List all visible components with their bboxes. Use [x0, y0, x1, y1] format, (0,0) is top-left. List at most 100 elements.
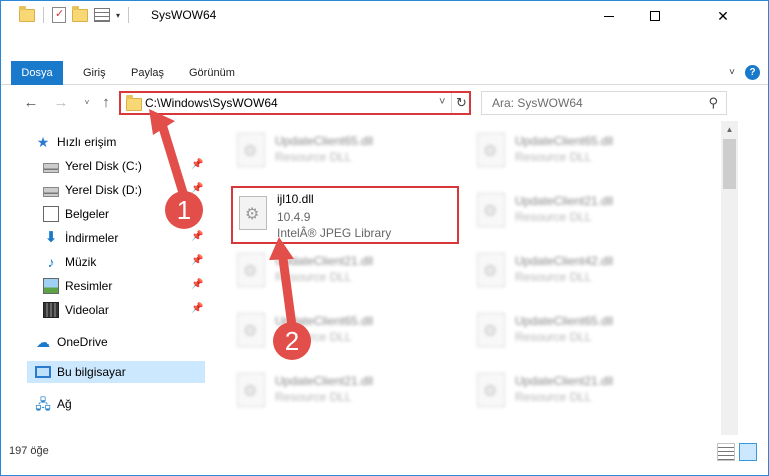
file-description: Resource DLL — [515, 270, 592, 284]
sidebar-item-label: Videolar — [65, 303, 109, 317]
file-tile-ijl10[interactable]: ijl10.dll 10.4.9 IntelÂ® JPEG Library — [231, 186, 459, 244]
help-icon[interactable]: ? — [745, 65, 760, 80]
star-icon: ★ — [36, 134, 50, 150]
search-input[interactable]: Ara: SysWOW64 ⚲ — [481, 91, 727, 115]
pin-icon[interactable]: 📌 — [191, 231, 203, 242]
details-view-button[interactable] — [717, 443, 735, 461]
maximize-icon — [650, 11, 660, 21]
file-name: ijl10.dll — [277, 192, 314, 206]
ribbon-tabs: Dosya Giriş Paylaş Görünüm ˅ ? — [1, 61, 768, 85]
tab-share[interactable]: Paylaş — [119, 61, 176, 85]
up-button[interactable]: ↑ — [96, 93, 116, 113]
sidebar-item-local-disk-c[interactable]: Yerel Disk (C:) 📌 — [43, 155, 205, 177]
item-count: 197 öğe — [9, 445, 49, 457]
file-description: Resource DLL — [275, 390, 352, 404]
view-icon[interactable] — [94, 8, 110, 22]
navigation-bar: ← → ˅ ↑ C:\Windows\SysWOW64 ˅ ↻ Ara: Sys… — [1, 87, 768, 119]
sidebar-item-quick-access[interactable]: ★ Hızlı erişim — [35, 131, 205, 153]
sidebar-item-label: Ağ — [57, 397, 72, 411]
file-tile[interactable]: UpdateClient42.dll Resource DLL — [469, 245, 689, 301]
videos-icon — [43, 302, 59, 318]
callout-step-2: 2 — [273, 322, 311, 360]
vertical-scrollbar[interactable]: ▲ — [721, 121, 738, 435]
window-title: SysWOW64 — [151, 8, 217, 22]
tab-file[interactable]: Dosya — [11, 61, 63, 85]
scroll-up-icon[interactable]: ▲ — [721, 121, 738, 138]
pin-icon[interactable]: 📌 — [191, 303, 203, 314]
sidebar-item-pictures[interactable]: Resimler 📌 — [43, 275, 205, 297]
file-version: 10.4.9 — [277, 210, 311, 224]
forward-button[interactable]: → — [51, 93, 71, 113]
sidebar-item-this-pc[interactable]: Bu bilgisayar — [27, 361, 205, 383]
tab-view[interactable]: Görünüm — [177, 61, 247, 85]
customize-toolbar-dropdown-icon[interactable]: ▾ — [116, 11, 120, 20]
dll-file-icon — [477, 313, 505, 347]
close-button[interactable]: ✕ — [678, 1, 768, 31]
new-folder-icon[interactable] — [72, 5, 88, 22]
sidebar-item-music[interactable]: ♪ Müzik 📌 — [43, 251, 205, 273]
expand-ribbon-icon[interactable]: ˅ — [729, 67, 735, 78]
sidebar-item-label: Hızlı erişim — [57, 135, 117, 149]
quick-access-toolbar: ▾ — [19, 5, 131, 23]
pin-icon[interactable]: 📌 — [191, 279, 203, 290]
file-name: UpdateClient21.dll — [515, 194, 614, 208]
address-dropdown-icon[interactable]: ˅ — [439, 96, 445, 108]
file-description: IntelÂ® JPEG Library — [277, 226, 392, 240]
sidebar-item-label: Belgeler — [65, 207, 110, 221]
file-description: Resource DLL — [515, 210, 592, 224]
search-placeholder: Ara: SysWOW64 — [492, 96, 583, 110]
file-description: Resource DLL — [275, 270, 352, 284]
dll-file-icon — [237, 313, 265, 347]
file-name: UpdateClient21.dll — [275, 254, 374, 268]
back-button[interactable]: ← — [21, 93, 41, 113]
tab-home[interactable]: Giriş — [71, 61, 118, 85]
network-icon: 🖧 — [35, 396, 51, 412]
file-name: UpdateClient65.dll — [275, 134, 374, 148]
drive-icon — [43, 186, 59, 197]
dll-file-icon — [477, 373, 505, 407]
maximize-button[interactable] — [632, 1, 678, 31]
search-icon[interactable]: ⚲ — [708, 95, 718, 111]
file-name: UpdateClient65.dll — [515, 314, 614, 328]
sidebar-item-network[interactable]: 🖧 Ağ — [35, 393, 205, 415]
file-tile[interactable]: UpdateClient65.dll Resource DLL — [469, 125, 689, 181]
documents-icon — [43, 206, 59, 222]
dll-file-icon — [239, 196, 267, 230]
file-tile[interactable]: UpdateClient65.dll Resource DLL — [469, 305, 689, 361]
address-bar[interactable]: C:\Windows\SysWOW64 ˅ ↻ — [119, 91, 471, 115]
minimize-icon — [604, 15, 614, 17]
dll-file-icon — [477, 133, 505, 167]
this-pc-icon — [35, 366, 51, 378]
navigation-pane: ★ Hızlı erişim Yerel Disk (C:) 📌 Yerel D… — [1, 125, 207, 435]
tiles-view-button[interactable] — [739, 443, 757, 461]
file-tile[interactable]: UpdateClient65.dll Resource DLL — [229, 305, 449, 361]
file-name: UpdateClient42.dll — [515, 254, 614, 268]
sidebar-item-label: İndirmeler — [65, 231, 119, 245]
toolbar-separator — [43, 7, 44, 23]
sidebar-item-label: Resimler — [65, 279, 113, 293]
file-tile[interactable]: UpdateClient21.dll Resource DLL — [229, 365, 449, 421]
sidebar-item-onedrive[interactable]: ☁ OneDrive — [35, 331, 205, 353]
file-tile[interactable]: UpdateClient21.dll Resource DLL — [469, 365, 689, 421]
explorer-window: ▾ SysWOW64 ✕ Dosya Giriş Paylaş Görünüm … — [0, 0, 769, 476]
file-name: UpdateClient21.dll — [275, 374, 374, 388]
sidebar-item-label: Yerel Disk (D:) — [65, 183, 142, 197]
sidebar-item-label: OneDrive — [57, 335, 108, 349]
pin-icon[interactable]: 📌 — [191, 255, 203, 266]
sidebar-item-label: Bu bilgisayar — [57, 365, 126, 379]
file-tile[interactable]: UpdateClient65.dll Resource DLL — [229, 125, 449, 181]
pin-icon[interactable]: 📌 — [191, 159, 203, 170]
sidebar-item-downloads[interactable]: ⬇ İndirmeler 📌 — [43, 227, 205, 249]
properties-icon[interactable] — [52, 7, 66, 23]
scrollbar-thumb[interactable] — [723, 139, 736, 189]
file-tile[interactable]: UpdateClient21.dll Resource DLL — [469, 185, 689, 241]
status-bar: 197 öğe — [1, 441, 768, 463]
minimize-button[interactable] — [586, 1, 632, 31]
file-tile[interactable]: UpdateClient21.dll Resource DLL — [229, 245, 449, 301]
folder-icon[interactable] — [19, 5, 35, 22]
callout-step-1: 1 — [165, 191, 203, 229]
refresh-icon[interactable]: ↻ — [451, 93, 471, 113]
sidebar-item-videos[interactable]: Videolar 📌 — [43, 299, 205, 321]
recent-locations-icon[interactable]: ˅ — [77, 93, 97, 113]
address-path[interactable]: C:\Windows\SysWOW64 — [145, 96, 278, 110]
